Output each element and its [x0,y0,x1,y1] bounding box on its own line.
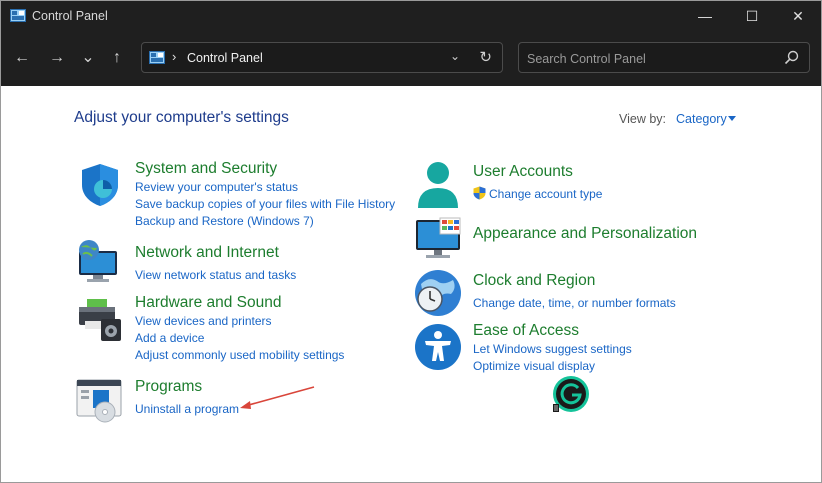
view-by-label: View by: [619,112,667,126]
category-title-user-accounts[interactable]: User Accounts [473,163,573,181]
search-icon[interactable] [784,50,799,65]
breadcrumb-control-panel[interactable]: Control Panel [187,51,263,65]
refresh-button[interactable]: ↻ [479,48,492,66]
link-add-device[interactable]: Add a device [135,331,204,345]
breadcrumb-separator-icon: › [172,49,177,64]
category-title-network-internet[interactable]: Network and Internet [135,244,279,262]
control-panel-location-icon [149,51,165,64]
close-button[interactable]: ✕ [775,1,821,31]
user-icon[interactable] [414,160,462,210]
page-title: Adjust your computer's settings [74,109,289,126]
link-file-history[interactable]: Save backup copies of your files with Fi… [135,197,395,211]
address-dropdown-button[interactable]: ⌄ [450,49,460,63]
category-title-clock-region[interactable]: Clock and Region [473,272,595,290]
address-bar[interactable]: › Control Panel ⌄ ↻ [141,42,503,73]
link-uninstall-program[interactable]: Uninstall a program [135,402,239,416]
category-title-system-security[interactable]: System and Security [135,160,277,178]
annotation-arrow-icon [240,386,315,409]
monitor-icon[interactable] [414,214,464,262]
accessibility-icon[interactable] [414,323,462,371]
main-content: Adjust your computer's settings View by:… [1,86,821,482]
forward-button[interactable]: → [44,45,70,71]
programs-icon[interactable] [75,378,125,424]
grammarly-icon[interactable] [552,375,590,413]
link-network-status[interactable]: View network status and tasks [135,268,296,282]
shield-icon[interactable] [76,161,124,209]
control-panel-app-icon [10,9,26,22]
link-mobility-settings[interactable]: Adjust commonly used mobility settings [135,348,344,362]
window-title: Control Panel [32,9,108,23]
category-title-programs[interactable]: Programs [135,378,202,396]
search-box [518,42,810,73]
clock-globe-icon[interactable] [413,268,463,318]
recent-locations-button[interactable]: ⌄ [75,45,101,71]
printer-icon[interactable] [75,297,125,343]
maximize-button[interactable]: ☐ [729,1,775,31]
back-button[interactable]: ← [9,45,35,71]
title-bar: Control Panel — ☐ ✕ [1,1,821,31]
search-input[interactable] [525,47,779,71]
category-title-hardware-sound[interactable]: Hardware and Sound [135,294,282,312]
category-title-ease-of-access[interactable]: Ease of Access [473,322,579,340]
link-backup-restore[interactable]: Backup and Restore (Windows 7) [135,214,314,228]
view-by-dropdown[interactable]: Category [676,112,727,126]
control-panel-window: Control Panel — ☐ ✕ ← → ⌄ ↑ › Control Pa… [0,0,822,483]
link-devices-printers[interactable]: View devices and printers [135,314,272,328]
link-optimize-visual-display[interactable]: Optimize visual display [473,359,595,373]
up-button[interactable]: ↑ [104,45,130,71]
navigation-toolbar: ← → ⌄ ↑ › Control Panel ⌄ ↻ [1,31,821,86]
link-change-account-type[interactable]: Change account type [489,187,602,201]
category-title-appearance-personalization[interactable]: Appearance and Personalization [473,225,697,243]
link-date-time-formats[interactable]: Change date, time, or number formats [473,296,676,310]
view-by-chevron-icon[interactable] [728,116,736,121]
uac-shield-icon [473,186,486,200]
network-icon[interactable] [75,239,125,285]
link-windows-suggest-settings[interactable]: Let Windows suggest settings [473,342,632,356]
link-review-status[interactable]: Review your computer's status [135,180,298,194]
minimize-button[interactable]: — [682,1,728,31]
